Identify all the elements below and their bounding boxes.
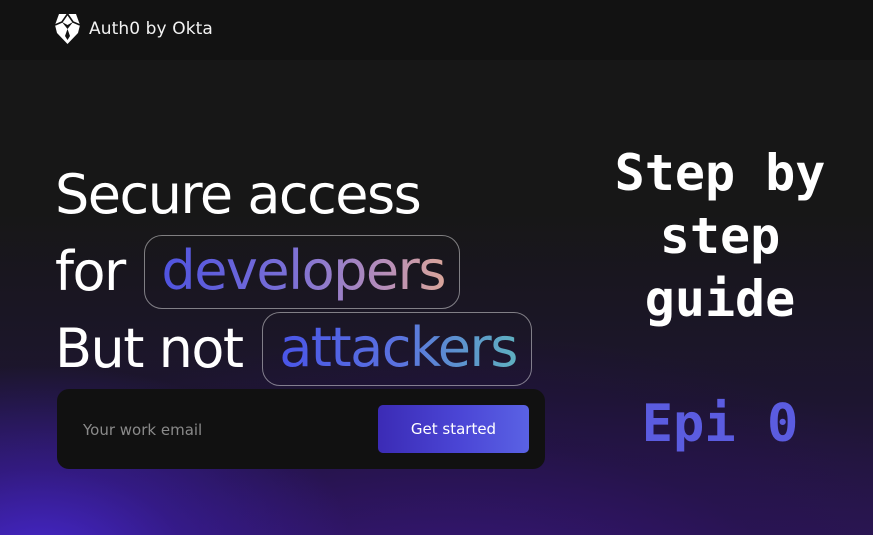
guide-line-1: Step by (614, 144, 826, 202)
get-started-button[interactable]: Get started (378, 405, 529, 453)
episode-label: Epi 0 (641, 394, 799, 454)
guide-line-3: guide (644, 270, 796, 328)
hero-headline: Secure access for developers But not att… (55, 156, 532, 387)
headline-line-1: Secure access (55, 156, 532, 233)
headline-line-3-prefix: But not (55, 317, 244, 381)
headline-line-3: But not attackers (55, 310, 532, 387)
headline-line-1-text: Secure access (55, 163, 422, 227)
step-by-step-guide-overlay: Step by step guide (580, 142, 860, 331)
headline-line-2-prefix: for (55, 240, 126, 304)
brand-logo-link[interactable]: Auth0 by Okta (54, 13, 213, 45)
signup-form: Get started (57, 389, 545, 469)
developers-highlight: developers (161, 239, 446, 303)
headline-line-2: for developers (55, 233, 532, 310)
work-email-input[interactable] (81, 411, 365, 449)
developers-pill: developers (144, 235, 460, 310)
top-navigation-bar: Auth0 by Okta (0, 0, 873, 60)
auth0-shield-icon (54, 13, 81, 45)
brand-name: Auth0 by Okta (89, 19, 213, 39)
attackers-highlight: attackers (279, 316, 518, 380)
attackers-pill: attackers (262, 312, 532, 387)
guide-line-2: step (659, 207, 781, 265)
